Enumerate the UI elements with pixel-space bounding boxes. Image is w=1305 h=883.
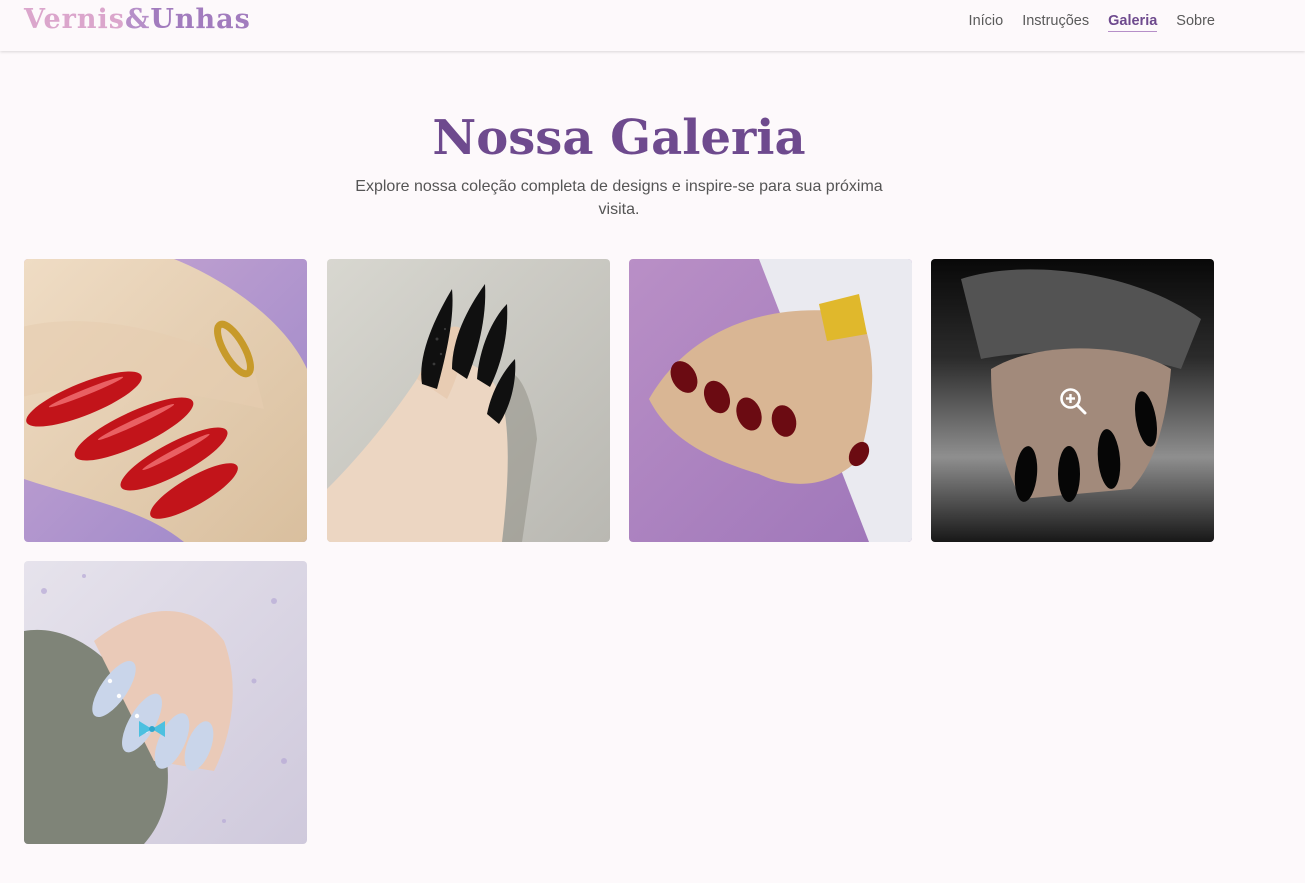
zoom-in-icon[interactable]: [1058, 386, 1088, 416]
logo-text-vernis: Vernis: [24, 4, 125, 35]
gallery-item[interactable]: [629, 259, 912, 542]
gallery-item-hovered[interactable]: [931, 259, 1214, 542]
gallery-item[interactable]: [24, 259, 307, 542]
gallery-image-black-stiletto-nails: [327, 259, 610, 542]
page-subtitle: Explore nossa coleção completa de design…: [355, 178, 883, 218]
gallery-item[interactable]: [24, 561, 307, 844]
logo-ampersand: &: [124, 4, 151, 35]
logo[interactable]: Vernis&Unhas: [24, 4, 251, 35]
gallery-image-blue-bow-nails: [24, 561, 307, 844]
logo-text-unhas: Unhas: [150, 4, 251, 35]
nav-link-instrucoes[interactable]: Instruções: [1022, 13, 1089, 32]
gallery-image-red-nails: [24, 259, 307, 542]
nav-link-sobre[interactable]: Sobre: [1176, 13, 1215, 32]
nav-link-galeria[interactable]: Galeria: [1108, 13, 1158, 32]
navbar: Vernis&Unhas Início Instruções Galeria S…: [0, 0, 1305, 51]
page-title: Nossa Galeria: [432, 110, 806, 166]
gallery-image-dark-red-nails: [629, 259, 912, 542]
gallery-item[interactable]: [327, 259, 610, 542]
main-nav: Início Instruções Galeria Sobre: [969, 13, 1215, 32]
nav-link-inicio[interactable]: Início: [969, 13, 1004, 32]
